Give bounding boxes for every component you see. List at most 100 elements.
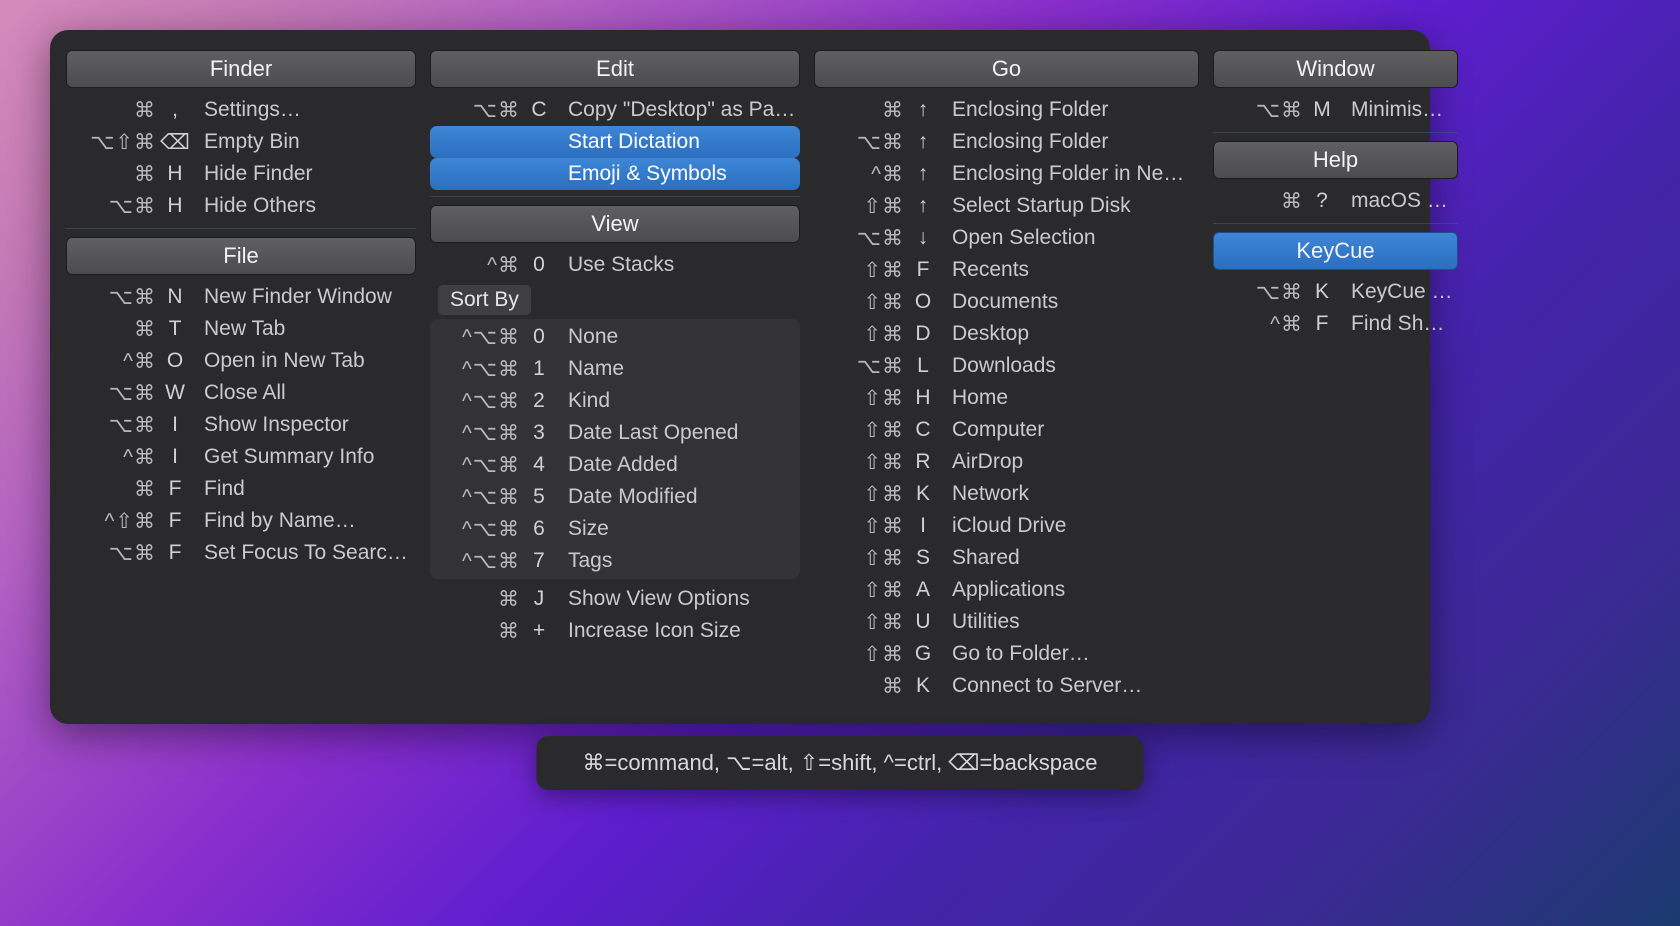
shortcut-item[interactable]: ⇧⌘AApplications: [814, 574, 1199, 606]
key-char: U: [904, 610, 942, 634]
shortcut-label: Name: [558, 357, 796, 381]
shortcut-item[interactable]: ⇧⌘RAirDrop: [814, 446, 1199, 478]
shortcut-item[interactable]: ⌘,Settings…: [66, 94, 416, 126]
shortcut-item[interactable]: ^⌘FFind Shortcuts…: [1213, 308, 1458, 340]
shortcut-item[interactable]: ⌘↑Enclosing Folder: [814, 94, 1199, 126]
shortcut-label: Find by Name…: [194, 509, 412, 533]
shortcut-item[interactable]: ⌥⌘IShow Inspector: [66, 409, 416, 441]
shortcut-item[interactable]: ⇧⌘KNetwork: [814, 478, 1199, 510]
shortcut-item[interactable]: ⇧⌘SShared: [814, 542, 1199, 574]
modifier-keys: ⇧⌘: [818, 194, 904, 219]
shortcut-item[interactable]: ^⌘IGet Summary Info: [66, 441, 416, 473]
section-header[interactable]: File: [66, 237, 416, 275]
shortcut-item[interactable]: ⌘JShow View Options: [430, 583, 800, 615]
shortcut-label: macOS Help: [1341, 189, 1454, 213]
shortcut-item[interactable]: ⌥⌘NNew Finder Window: [66, 281, 416, 313]
shortcut-label: Set Focus To Search Field: [194, 541, 412, 565]
key-char: F: [1303, 312, 1341, 336]
shortcut-item[interactable]: ⌘?macOS Help: [1213, 185, 1458, 217]
shortcut-label: Empty Bin: [194, 130, 412, 154]
modifier-keys: ^⌥⌘: [434, 549, 520, 574]
shortcut-label: None: [558, 325, 796, 349]
section-header[interactable]: Help: [1213, 141, 1458, 179]
key-char: +: [520, 619, 558, 643]
modifier-keys: ⇧⌘: [818, 322, 904, 347]
shortcut-label: Enclosing Folder in New Window: [942, 162, 1195, 186]
shortcut-item[interactable]: ⌥⌘↑Enclosing Folder: [814, 126, 1199, 158]
shortcut-item[interactable]: ⇧⌘CComputer: [814, 414, 1199, 446]
modifier-keys: ^⌥⌘: [434, 453, 520, 478]
section-header[interactable]: Edit: [430, 50, 800, 88]
modifier-keys: ⌥⌘: [70, 381, 156, 406]
shortcut-item[interactable]: ^⌥⌘7Tags: [430, 545, 800, 577]
submenu-header[interactable]: Sort By: [438, 285, 531, 315]
shortcut-item[interactable]: ⌥⇧⌘⌫Empty Bin: [66, 126, 416, 158]
shortcut-item[interactable]: ⌘TNew Tab: [66, 313, 416, 345]
shortcut-item[interactable]: ⇧⌘UUtilities: [814, 606, 1199, 638]
section-header[interactable]: KeyCue: [1213, 232, 1458, 270]
shortcut-item[interactable]: Start Dictation: [430, 126, 800, 158]
modifier-keys: ^⇧⌘: [70, 509, 156, 534]
shortcut-item[interactable]: ⌘HHide Finder: [66, 158, 416, 190]
modifier-keys: ⇧⌘: [818, 578, 904, 603]
shortcut-label: Emoji & Symbols: [558, 162, 796, 186]
shortcut-item[interactable]: Emoji & Symbols: [430, 158, 800, 190]
shortcut-item[interactable]: ^⌘0Use Stacks: [430, 249, 800, 281]
shortcut-item[interactable]: ⌘FFind: [66, 473, 416, 505]
shortcut-item[interactable]: ^⌥⌘2Kind: [430, 385, 800, 417]
modifier-keys: ^⌘: [1217, 312, 1303, 337]
shortcut-item[interactable]: ⌥⌘MMinimise All: [1213, 94, 1458, 126]
shortcut-item[interactable]: ⌥⌘CCopy "Desktop" as Pathname: [430, 94, 800, 126]
shortcut-item[interactable]: ⌘+Increase Icon Size: [430, 615, 800, 647]
section-header[interactable]: Go: [814, 50, 1199, 88]
modifier-keys: ⌘: [70, 98, 156, 123]
shortcut-item[interactable]: ⌥⌘KKeyCue Settings: [1213, 276, 1458, 308]
shortcut-item[interactable]: ⇧⌘IiCloud Drive: [814, 510, 1199, 542]
shortcut-label: Date Added: [558, 453, 796, 477]
shortcut-item[interactable]: ⌥⌘↓Open Selection: [814, 222, 1199, 254]
shortcut-label: Show Inspector: [194, 413, 412, 437]
key-char: ⌫: [156, 130, 194, 155]
modifier-keys: ⇧⌘: [818, 514, 904, 539]
shortcut-item[interactable]: ^⌥⌘0None: [430, 321, 800, 353]
modifier-keys: ⌘: [70, 317, 156, 342]
shortcut-item[interactable]: ⇧⌘GGo to Folder…: [814, 638, 1199, 670]
section-header[interactable]: Finder: [66, 50, 416, 88]
key-char: 0: [520, 325, 558, 349]
shortcut-item[interactable]: ^⌘↑Enclosing Folder in New Window: [814, 158, 1199, 190]
shortcut-item[interactable]: ^⌥⌘1Name: [430, 353, 800, 385]
shortcut-item[interactable]: ^⌥⌘3Date Last Opened: [430, 417, 800, 449]
shortcut-item[interactable]: ⌥⌘WClose All: [66, 377, 416, 409]
shortcut-item[interactable]: ^⌘OOpen in New Tab: [66, 345, 416, 377]
section-separator: [430, 196, 800, 197]
modifier-keys: ⌥⌘: [818, 354, 904, 379]
key-char: L: [904, 354, 942, 378]
section-header[interactable]: View: [430, 205, 800, 243]
key-char: M: [1303, 98, 1341, 122]
section-header[interactable]: Window: [1213, 50, 1458, 88]
shortcut-label: Open Selection: [942, 226, 1195, 250]
shortcut-item[interactable]: ⇧⌘FRecents: [814, 254, 1199, 286]
shortcut-item[interactable]: ⇧⌘HHome: [814, 382, 1199, 414]
shortcut-item[interactable]: ⌘KConnect to Server…: [814, 670, 1199, 702]
modifier-keys: ^⌥⌘: [434, 517, 520, 542]
key-char: ↑: [904, 162, 942, 186]
key-char: G: [904, 642, 942, 666]
shortcut-item[interactable]: ⌥⌘LDownloads: [814, 350, 1199, 382]
shortcut-item[interactable]: ⌥⌘FSet Focus To Search Field: [66, 537, 416, 569]
shortcut-item[interactable]: ⌥⌘HHide Others: [66, 190, 416, 222]
modifier-keys: ⇧⌘: [818, 482, 904, 507]
shortcut-item[interactable]: ⇧⌘ODocuments: [814, 286, 1199, 318]
shortcut-item[interactable]: ^⌥⌘5Date Modified: [430, 481, 800, 513]
modifier-keys: ⇧⌘: [818, 258, 904, 283]
shortcut-item[interactable]: ⇧⌘DDesktop: [814, 318, 1199, 350]
shortcut-item[interactable]: ^⇧⌘FFind by Name…: [66, 505, 416, 537]
shortcut-item[interactable]: ⇧⌘↑Select Startup Disk: [814, 190, 1199, 222]
submenu-block: ^⌥⌘0None^⌥⌘1Name^⌥⌘2Kind^⌥⌘3Date Last Op…: [430, 319, 800, 579]
shortcut-item[interactable]: ^⌥⌘6Size: [430, 513, 800, 545]
shortcut-label: Computer: [942, 418, 1195, 442]
key-char: 1: [520, 357, 558, 381]
key-char: K: [1303, 280, 1341, 304]
shortcut-item[interactable]: ^⌥⌘4Date Added: [430, 449, 800, 481]
key-char: F: [156, 541, 194, 565]
